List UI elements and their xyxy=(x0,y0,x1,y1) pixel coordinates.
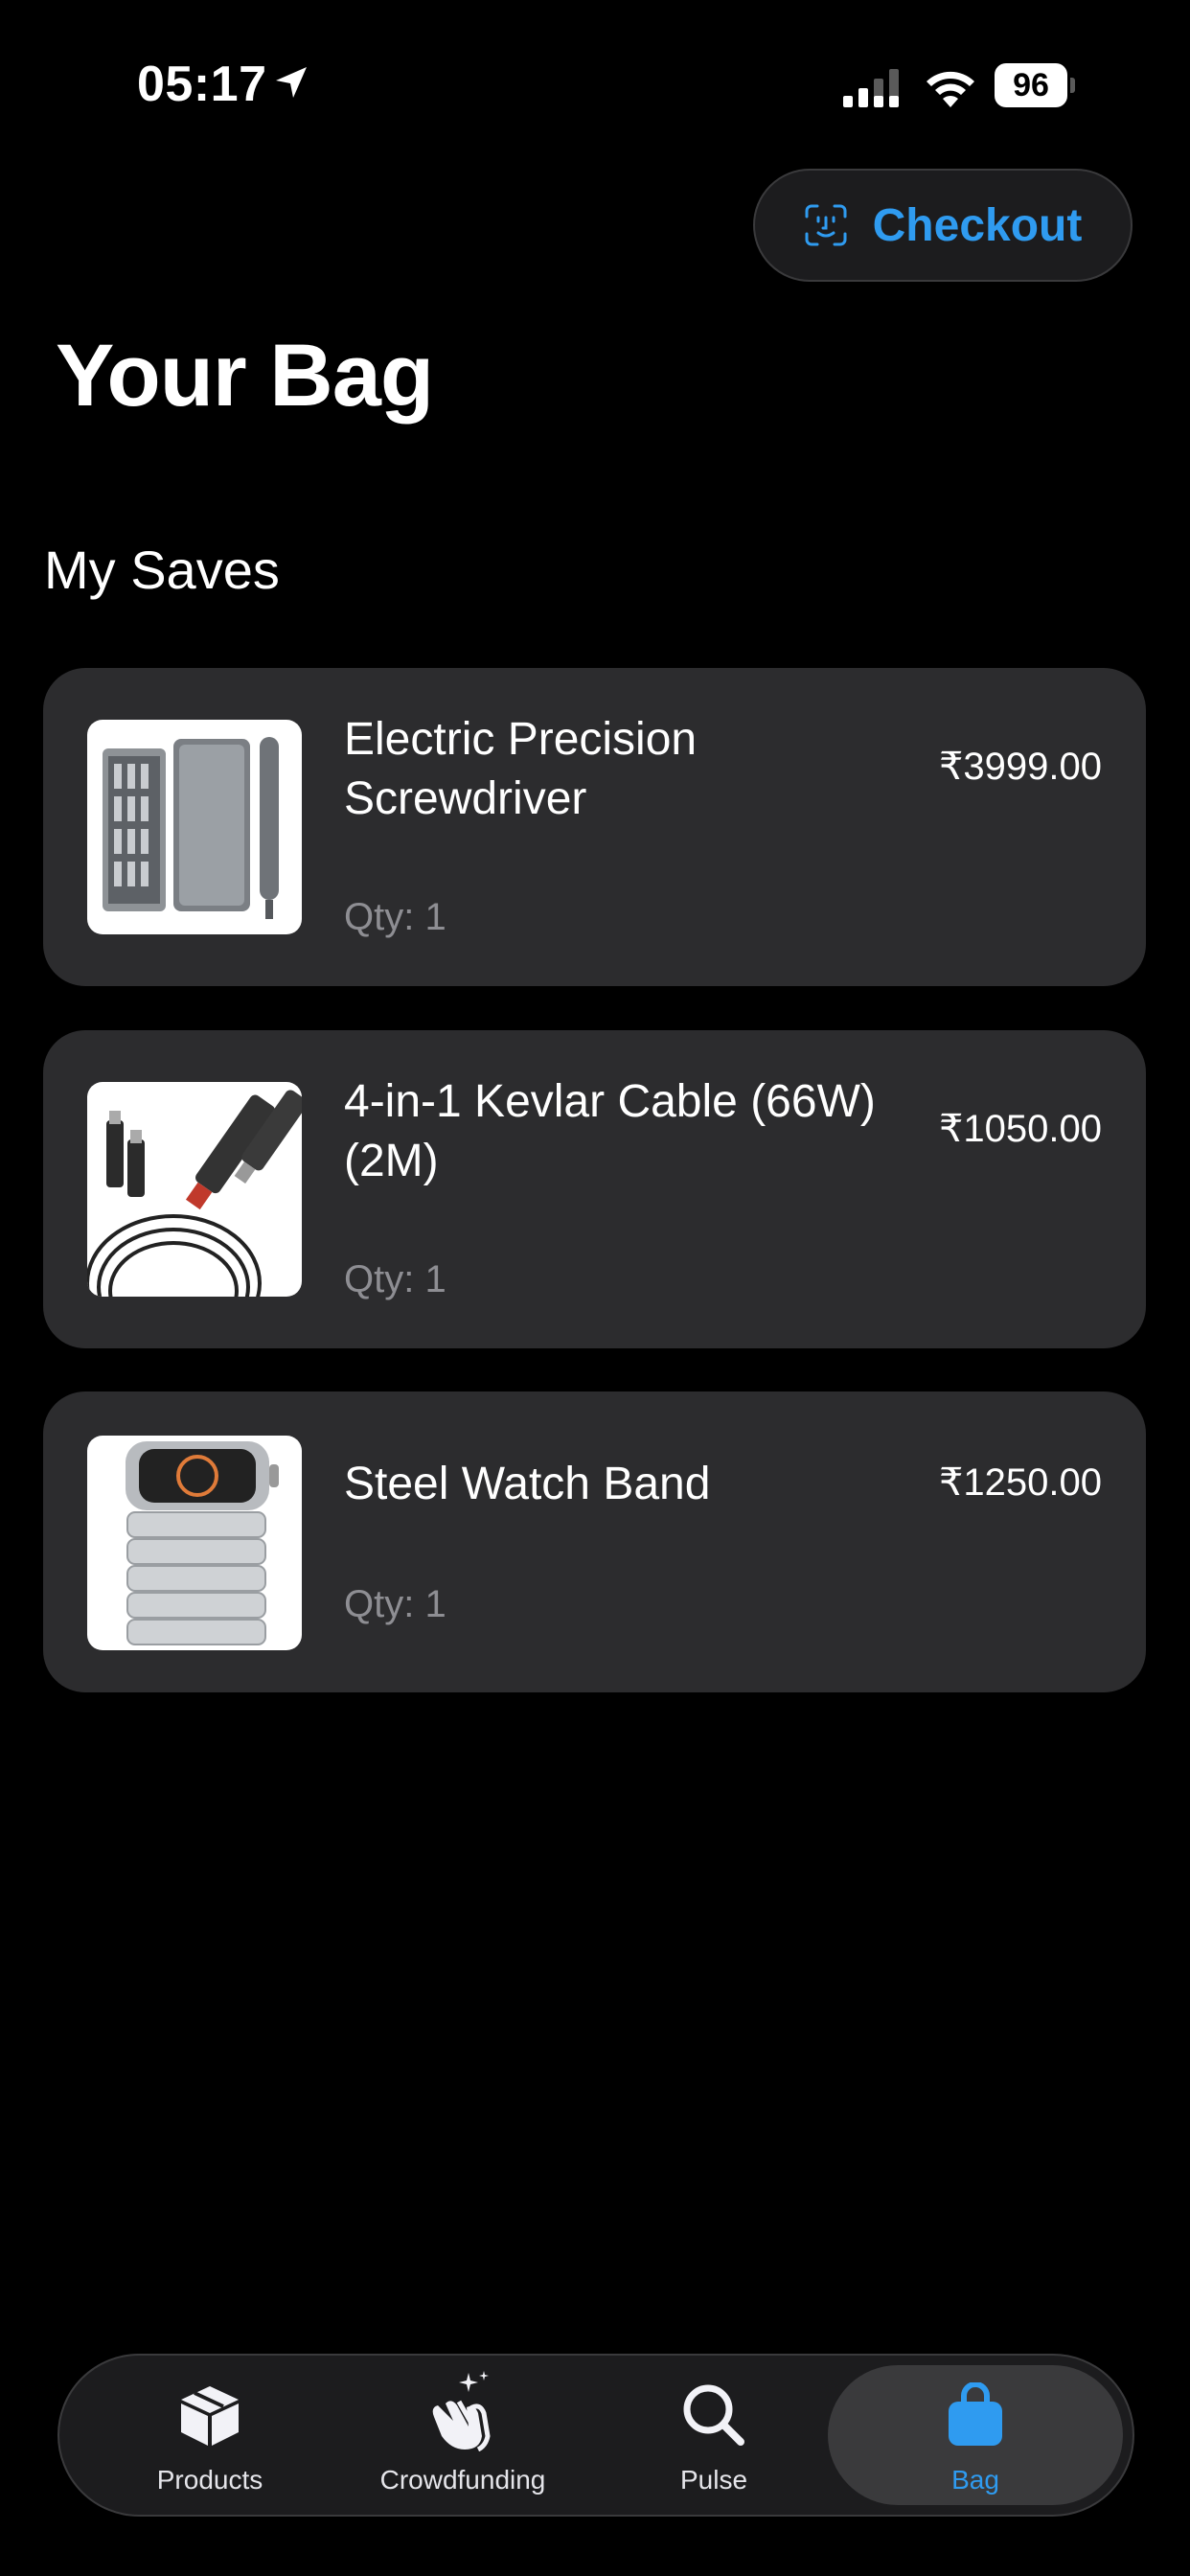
tab-label: Pulse xyxy=(679,2465,748,2495)
item-name: 4-in-1 Kevlar Cable (66W) (2M) xyxy=(344,1076,876,1186)
tab-label: Crowdfunding xyxy=(379,2465,546,2495)
status-bar: 05:17 96 xyxy=(0,0,1190,153)
product-image-watch-band xyxy=(87,1436,302,1650)
battery-tip xyxy=(1070,78,1075,93)
item-qty: Qty: 1 xyxy=(344,896,446,938)
saved-item-card[interactable]: Steel Watch Band ₹1250.00 Qty: 1 xyxy=(43,1392,1146,1692)
tab-pulse[interactable]: Pulse xyxy=(588,2365,839,2505)
battery-level: 96 xyxy=(1013,67,1049,104)
clapping-hands-icon xyxy=(432,2371,491,2451)
battery-indicator: 96 xyxy=(995,63,1075,107)
tab-bar: Products Crowdfunding Pulse Bag xyxy=(57,2354,1134,2517)
face-id-icon xyxy=(805,204,847,246)
tab-label: Bag xyxy=(951,2465,999,2495)
tab-bag[interactable]: Bag xyxy=(828,2365,1123,2505)
product-image-screwdriver xyxy=(87,720,302,934)
item-price: ₹1050.00 xyxy=(938,1108,1102,1150)
item-qty: Qty: 1 xyxy=(344,1583,446,1625)
item-price: ₹3999.00 xyxy=(938,746,1102,788)
checkout-label: Checkout xyxy=(872,199,1083,251)
tab-label: Products xyxy=(156,2465,263,2495)
item-qty: Qty: 1 xyxy=(344,1258,446,1300)
tab-products[interactable]: Products xyxy=(84,2365,335,2505)
section-title-my-saves: My Saves xyxy=(44,540,280,600)
wifi-icon xyxy=(927,71,974,107)
item-name: Electric Precision Screwdriver xyxy=(344,714,698,824)
product-image-kevlar-cable xyxy=(87,1082,302,1297)
saved-item-card[interactable]: 4-in-1 Kevlar Cable (66W) (2M) ₹1050.00 … xyxy=(43,1030,1146,1348)
item-name: Steel Watch Band xyxy=(344,1459,711,1509)
page-title: Your Bag xyxy=(56,327,434,425)
search-icon xyxy=(683,2384,744,2446)
checkout-button[interactable]: Checkout xyxy=(753,169,1133,282)
item-price: ₹1250.00 xyxy=(938,1461,1102,1504)
status-time: 05:17 xyxy=(137,57,267,112)
box-icon xyxy=(181,2386,239,2446)
location-arrow-icon xyxy=(276,67,307,98)
tab-crowdfunding[interactable]: Crowdfunding xyxy=(337,2365,588,2505)
cellular-signal-icon xyxy=(843,69,899,107)
saved-item-card[interactable]: Electric Precision Screwdriver ₹3999.00 … xyxy=(43,668,1146,986)
bag-icon xyxy=(949,2382,1002,2446)
